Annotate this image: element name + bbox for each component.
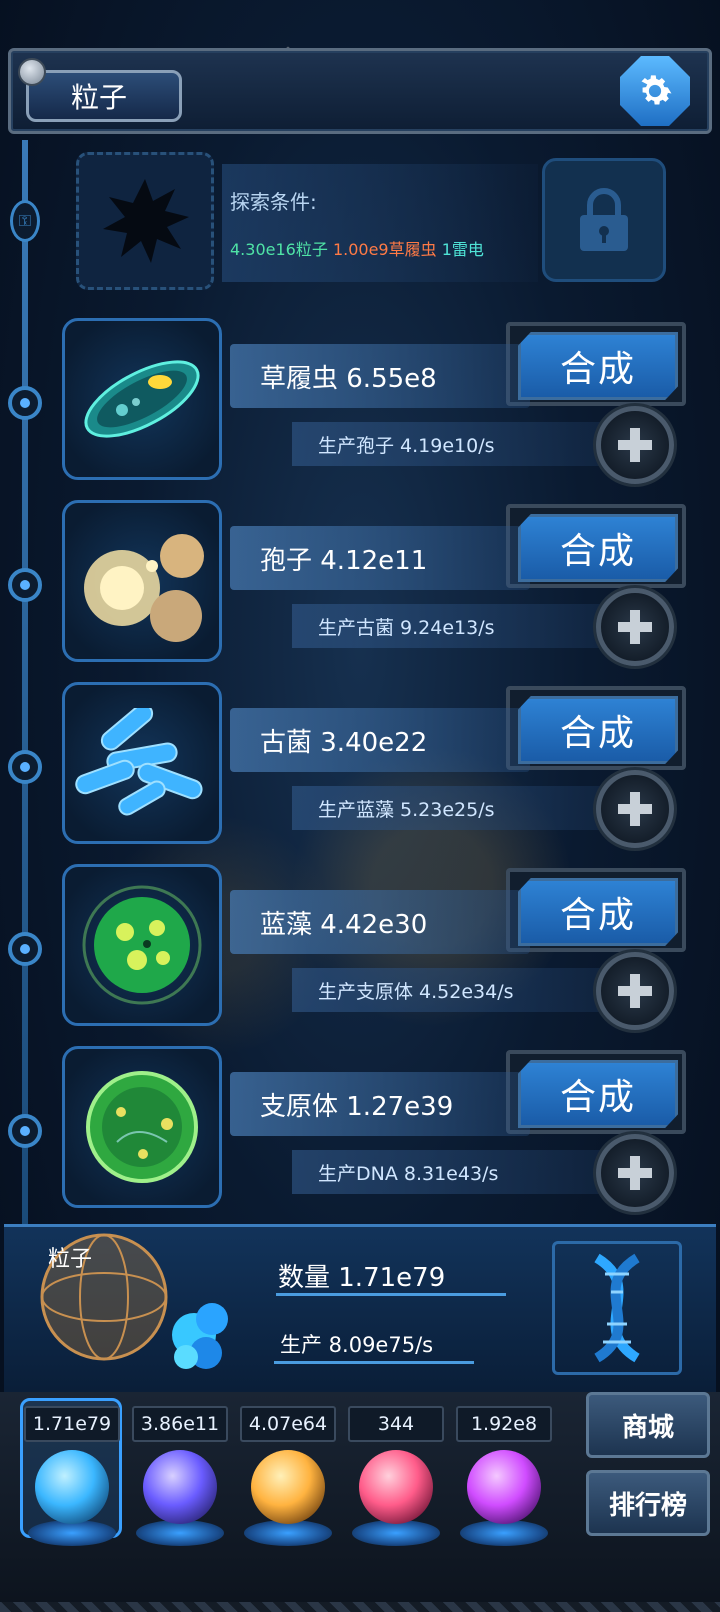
leaderboard-button[interactable]: 排行榜 <box>586 1470 710 1536</box>
particle-orb-icon[interactable] <box>35 1450 109 1524</box>
synthesize-button[interactable]: 合成 <box>518 878 678 946</box>
spore-icon <box>62 500 222 662</box>
unknown-creature-icon <box>103 179 189 263</box>
rail-node <box>8 750 42 784</box>
add-button[interactable] <box>596 1134 674 1212</box>
condition-thunder: 1雷电 <box>441 240 484 259</box>
synthesize-button[interactable]: 合成 <box>518 696 678 764</box>
particle-summary-panel: 粒子 数量 1.71e79 生产 8.09e75/s <box>4 1224 716 1392</box>
add-button[interactable] <box>596 588 674 666</box>
rail-node <box>8 568 42 602</box>
progress-rail <box>22 140 28 1230</box>
resource-value: 1.71e79 <box>24 1406 120 1442</box>
production-bar: 生产古菌 9.24e13/s <box>292 604 608 648</box>
production-rate: 生产孢子 4.19e10/s <box>318 435 495 457</box>
dna-panel[interactable] <box>552 1241 682 1375</box>
rail-node <box>8 932 42 966</box>
brain-orb-icon[interactable] <box>359 1450 433 1524</box>
creature-row: 蓝藻 4.42e30 生产支原体 4.52e34/s 合成 <box>62 864 686 1030</box>
creature-name: 草履虫 6.55e8 <box>260 364 437 394</box>
particle-count: 数量 1.71e79 <box>278 1263 446 1293</box>
condition-particles: 4.30e16粒子 <box>230 240 328 259</box>
bolt-icon <box>18 58 46 86</box>
resource-value: 4.07e64 <box>240 1406 336 1442</box>
add-button[interactable] <box>596 770 674 848</box>
creature-name-bar: 蓝藻 4.42e30 <box>230 890 530 954</box>
vortex-orb-icon[interactable] <box>467 1450 541 1524</box>
production-bar: 生产蓝藻 5.23e25/s <box>292 786 608 830</box>
rail-lock-icon: ⚿ <box>10 200 40 242</box>
creature-row: 草履虫 6.55e8 生产孢子 4.19e10/s 合成 <box>62 318 686 484</box>
resource-value: 3.86e11 <box>132 1406 228 1442</box>
creature-name: 支原体 1.27e39 <box>260 1092 454 1122</box>
lock-icon <box>580 188 628 251</box>
production-rate: 生产蓝藻 5.23e25/s <box>318 799 495 821</box>
production-bar: 生产DNA 8.31e43/s <box>292 1150 608 1194</box>
creature-row: 支原体 1.27e39 生产DNA 8.31e43/s 合成 <box>62 1046 686 1212</box>
creature-row: 孢子 4.12e11 生产古菌 9.24e13/s 合成 <box>62 500 686 666</box>
plus-icon <box>618 792 652 826</box>
plus-icon <box>618 610 652 644</box>
add-button[interactable] <box>596 406 674 484</box>
cyanobacteria-icon <box>62 864 222 1026</box>
fire-orb-icon[interactable] <box>251 1450 325 1524</box>
production-rate: 生产古菌 9.24e13/s <box>318 617 495 639</box>
paramecium-icon <box>62 318 222 480</box>
rail-node <box>8 386 42 420</box>
particle-production: 生产 8.09e75/s <box>280 1333 434 1357</box>
production-rate: 生产DNA 8.31e43/s <box>318 1163 499 1185</box>
creature-row: 古菌 3.40e22 生产蓝藻 5.23e25/s 合成 <box>62 682 686 848</box>
creature-name-bar: 草履虫 6.55e8 <box>230 344 530 408</box>
production-bar: 生产孢子 4.19e10/s <box>292 422 608 466</box>
plus-icon <box>618 428 652 462</box>
mycoplasma-icon <box>62 1046 222 1208</box>
circuit-line <box>274 1361 474 1364</box>
creature-name-bar: 支原体 1.27e39 <box>230 1072 530 1136</box>
creature-name: 孢子 4.12e11 <box>260 546 428 576</box>
locked-creature-silhouette <box>76 152 214 290</box>
creature-name: 蓝藻 4.42e30 <box>260 910 428 940</box>
circuit-line <box>276 1293 506 1296</box>
settings-button[interactable] <box>620 56 690 126</box>
production-bar: 生产支原体 4.52e34/s <box>292 968 608 1012</box>
lightning-orb-icon[interactable] <box>143 1450 217 1524</box>
explore-label: 探索条件: <box>230 190 317 214</box>
locked-explore-row: 探索条件: 4.30e16粒子 1.00e9草履虫 1雷电 <box>76 152 666 290</box>
plus-icon <box>618 1156 652 1190</box>
plus-icon <box>618 974 652 1008</box>
synthesize-button[interactable]: 合成 <box>518 332 678 400</box>
creature-name-bar: 古菌 3.40e22 <box>230 708 530 772</box>
synthesize-button[interactable]: 合成 <box>518 514 678 582</box>
gear-icon <box>641 75 672 105</box>
locked-button[interactable] <box>542 158 666 282</box>
creature-name: 古菌 3.40e22 <box>260 728 428 758</box>
resource-value: 344 <box>348 1406 444 1442</box>
resource-value: 1.92e8 <box>456 1406 552 1442</box>
explore-condition-list: 4.30e16粒子 1.00e9草履虫 1雷电 <box>230 236 484 260</box>
creature-name-bar: 孢子 4.12e11 <box>230 526 530 590</box>
dna-icon <box>594 1253 640 1363</box>
archaea-icon <box>62 682 222 844</box>
summary-title: 粒子 <box>48 1247 93 1272</box>
shop-button[interactable]: 商城 <box>586 1392 710 1458</box>
page-title: 粒子 <box>26 70 182 122</box>
production-rate: 生产支原体 4.52e34/s <box>318 981 514 1003</box>
synthesize-button[interactable]: 合成 <box>518 1060 678 1128</box>
condition-paramecium: 1.00e9草履虫 <box>332 240 437 259</box>
add-button[interactable] <box>596 952 674 1030</box>
rail-node <box>8 1114 42 1148</box>
explore-conditions-panel: 探索条件: 4.30e16粒子 1.00e9草履虫 1雷电 <box>222 164 538 282</box>
hazard-stripe <box>0 1602 720 1612</box>
resource-bar: 1.71e79 3.86e11 4.07e64 344 1.92e8 商城 排行… <box>0 1392 720 1612</box>
